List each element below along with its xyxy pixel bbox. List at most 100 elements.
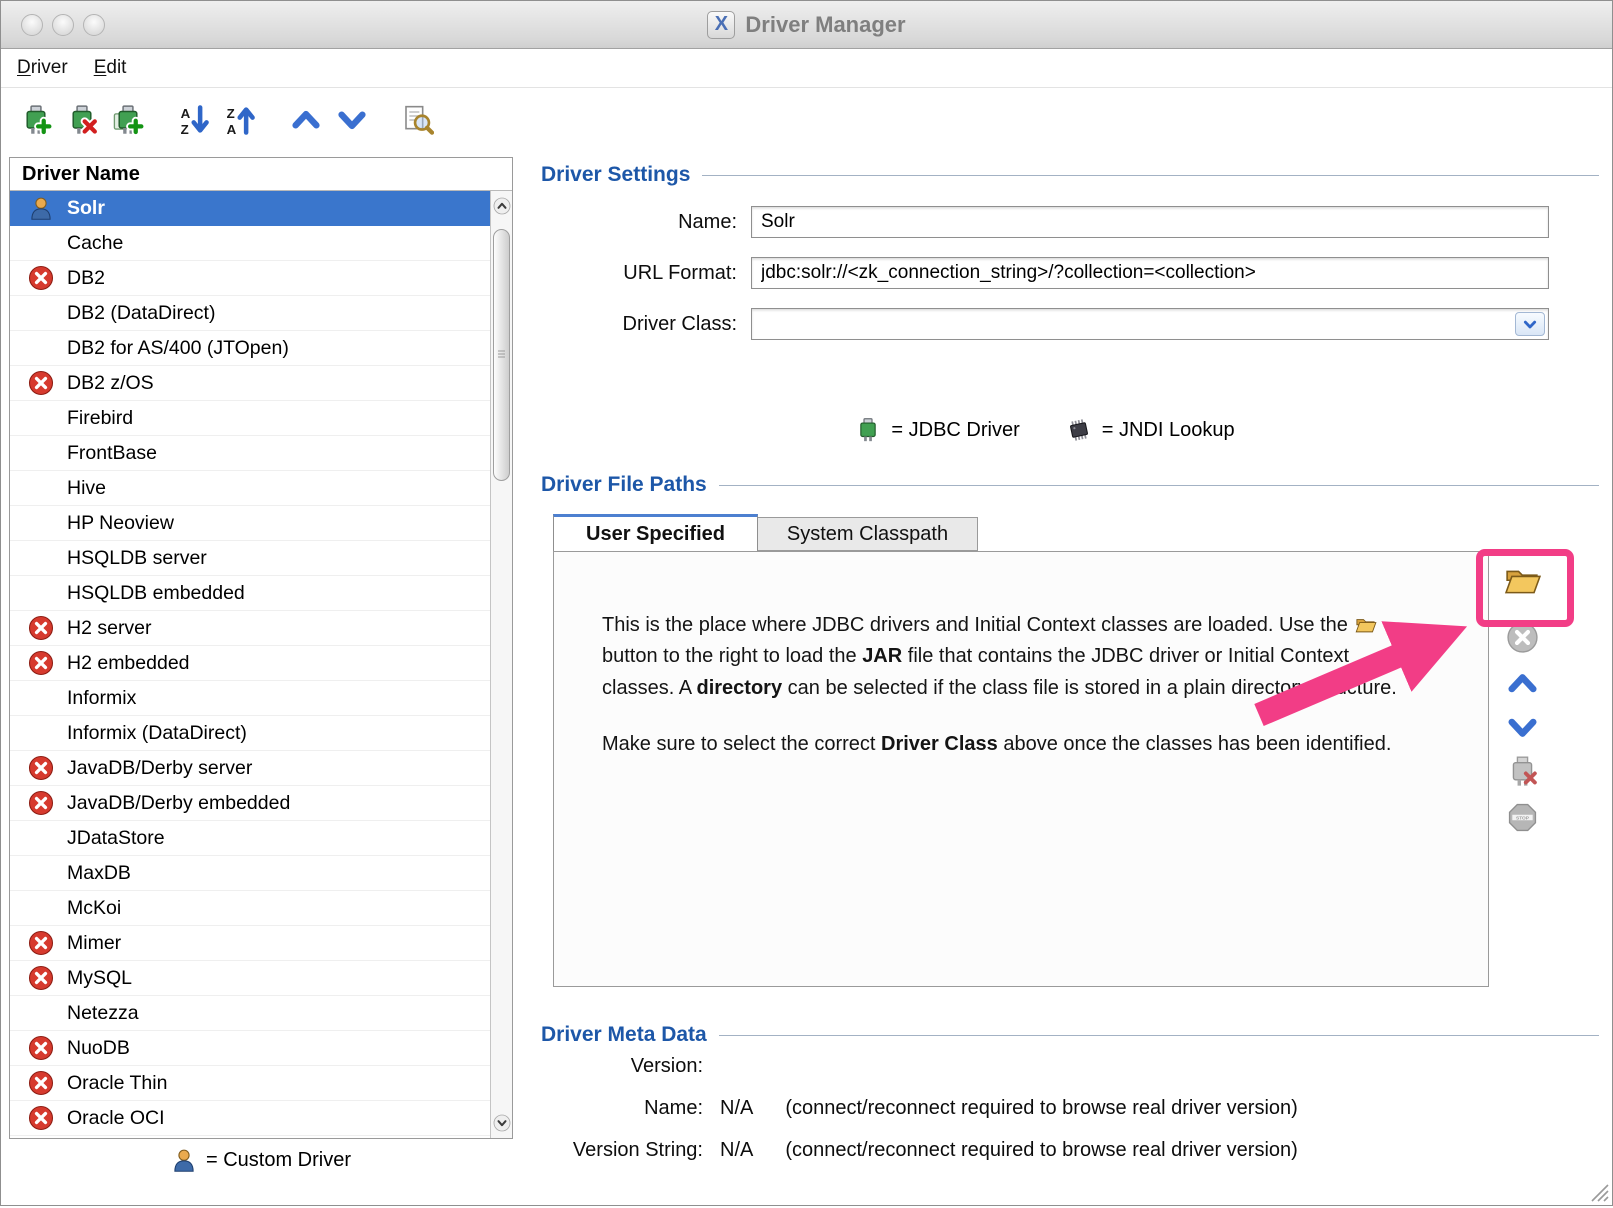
driver-name: Mimer	[67, 932, 121, 955]
driver-list-item[interactable]: FrontBase	[10, 436, 490, 471]
tab-user-specified[interactable]: User Specified	[553, 514, 758, 551]
driver-class-combobox[interactable]	[751, 308, 1549, 340]
driver-list-item[interactable]: HSQLDB embedded	[10, 576, 490, 611]
move-entry-down-button[interactable]	[1497, 705, 1547, 749]
driver-name: NuoDB	[67, 1037, 130, 1060]
driver-list-item[interactable]: Mimer	[10, 926, 490, 961]
driver-list-item[interactable]: DB2 for AS/400 (JTOpen)	[10, 331, 490, 366]
driver-name: Solr	[67, 197, 105, 220]
driver-list-panel: Driver Name Solr Cache DB2 DB2 (DataDirect)…	[9, 157, 513, 1139]
svg-text:Z: Z	[181, 122, 189, 136]
move-up-button[interactable]	[285, 99, 327, 141]
jdbc-driver-icon	[855, 417, 881, 443]
url-format-input[interactable]	[751, 257, 1549, 289]
delete-driver-button[interactable]	[61, 99, 103, 141]
no-icon	[28, 825, 54, 851]
copy-driver-button[interactable]	[107, 99, 149, 141]
driver-list-item[interactable]: Informix (DataDirect)	[10, 716, 490, 751]
driver-list-scrollbar[interactable]	[490, 191, 512, 1138]
titlebar: X Driver Manager	[1, 1, 1612, 49]
driver-name: DB2 for AS/400 (JTOpen)	[67, 337, 289, 360]
meta-version-string-row: Version String: N/A (connect/reconnect r…	[541, 1139, 1298, 1162]
driver-list-header[interactable]: Driver Name	[10, 158, 512, 191]
sort-ascending-button[interactable]: AZ	[173, 99, 215, 141]
driver-list-item[interactable]: MaxDB	[10, 856, 490, 891]
move-entry-up-button[interactable]	[1497, 661, 1547, 705]
driver-name: MySQL	[67, 967, 132, 990]
driver-file-paths-header: Driver File Paths	[541, 473, 1599, 497]
help-p1-d: can be selected if the class file is sto…	[782, 677, 1397, 699]
file-paths-help-text: This is the place where JDBC drivers and…	[602, 610, 1424, 761]
driver-error-icon	[28, 650, 54, 676]
driver-list-item[interactable]: JavaDB/Derby server	[10, 751, 490, 786]
x11-app-icon: X	[707, 11, 735, 39]
driver-list-item[interactable]: HP Neoview	[10, 506, 490, 541]
new-driver-button[interactable]	[15, 99, 57, 141]
sort-descending-button[interactable]: ZA	[219, 99, 261, 141]
driver-list-item[interactable]: MySQL	[10, 961, 490, 996]
driver-error-icon	[28, 790, 54, 816]
driver-class-dropdown-button[interactable]	[1515, 312, 1545, 336]
driver-error-icon	[28, 755, 54, 781]
menu-edit[interactable]: Edit	[94, 57, 127, 79]
driver-list-item[interactable]: Informix	[10, 681, 490, 716]
window-resize-grip[interactable]	[1586, 1179, 1610, 1203]
help-p1-bold-jar: JAR	[862, 645, 902, 667]
driver-name: H2 server	[67, 617, 152, 640]
driver-list-item[interactable]: DB2 z/OS	[10, 366, 490, 401]
tab-system-classpath[interactable]: System Classpath	[758, 517, 978, 551]
driver-list-item[interactable]: JDataStore	[10, 821, 490, 856]
driver-name: McKoi	[67, 897, 121, 920]
custom-driver-legend: = Custom Driver	[9, 1141, 513, 1179]
header-rule	[719, 485, 1599, 486]
driver-list-item[interactable]: Solr	[10, 191, 490, 226]
driver-list-item[interactable]: Cache	[10, 226, 490, 261]
driver-error-icon	[28, 1070, 54, 1096]
no-icon	[28, 440, 54, 466]
move-down-button[interactable]	[331, 99, 373, 141]
scroll-down-button[interactable]	[491, 1110, 512, 1136]
no-icon	[28, 510, 54, 536]
search-button[interactable]	[397, 99, 439, 141]
driver-name: Informix	[67, 687, 136, 710]
driver-list-item[interactable]: H2 embedded	[10, 646, 490, 681]
menu-driver[interactable]: Driver	[17, 57, 68, 79]
no-icon	[28, 475, 54, 501]
scroll-up-button[interactable]	[491, 193, 512, 219]
driver-list-item[interactable]: McKoi	[10, 891, 490, 926]
driver-list-item[interactable]: JavaDB/Derby embedded	[10, 786, 490, 821]
remove-driver-file-button[interactable]	[1497, 749, 1547, 793]
remove-entry-button[interactable]	[1497, 615, 1547, 659]
version-string-label: Version String:	[541, 1139, 703, 1162]
meta-version-row: Version:	[541, 1055, 703, 1078]
driver-list-item[interactable]: Firebird	[10, 401, 490, 436]
driver-list-item[interactable]: H2 server	[10, 611, 490, 646]
driver-list-item[interactable]: DB2	[10, 261, 490, 296]
add-jar-button[interactable]	[1497, 557, 1547, 601]
file-paths-panel: This is the place where JDBC drivers and…	[553, 551, 1489, 987]
driver-list-item[interactable]: Oracle Thin	[10, 1066, 490, 1101]
driver-error-icon	[28, 1105, 54, 1131]
driver-list: Solr Cache DB2 DB2 (DataDirect) DB2 for AS/4…	[10, 191, 490, 1138]
driver-name: MaxDB	[67, 862, 131, 885]
toolbar: AZZA	[1, 87, 1612, 151]
name-label: Name:	[541, 211, 737, 234]
meta-name-value: N/A	[720, 1097, 753, 1120]
driver-list-item[interactable]: Hive	[10, 471, 490, 506]
driver-name: JDataStore	[67, 827, 165, 850]
driver-list-item[interactable]: HSQLDB server	[10, 541, 490, 576]
driver-name-input[interactable]	[751, 206, 1549, 238]
no-icon	[28, 230, 54, 256]
stop-button[interactable]: STOP	[1497, 795, 1547, 839]
meta-name-row: Name: N/A (connect/reconnect required to…	[541, 1097, 1298, 1120]
driver-list-item[interactable]: DB2 (DataDirect)	[10, 296, 490, 331]
driver-list-item[interactable]: Netezza	[10, 996, 490, 1031]
icon-legend: = JDBC Driver = JNDI Lookup	[541, 417, 1549, 443]
title-area: X Driver Manager	[1, 1, 1612, 48]
jndi-chip-icon	[1066, 417, 1092, 443]
meta-name-label: Name:	[541, 1097, 703, 1120]
driver-list-item[interactable]: Oracle OCI	[10, 1101, 490, 1136]
driver-list-item[interactable]: NuoDB	[10, 1031, 490, 1066]
scrollbar-thumb[interactable]	[493, 229, 510, 481]
driver-name: DB2	[67, 267, 105, 290]
